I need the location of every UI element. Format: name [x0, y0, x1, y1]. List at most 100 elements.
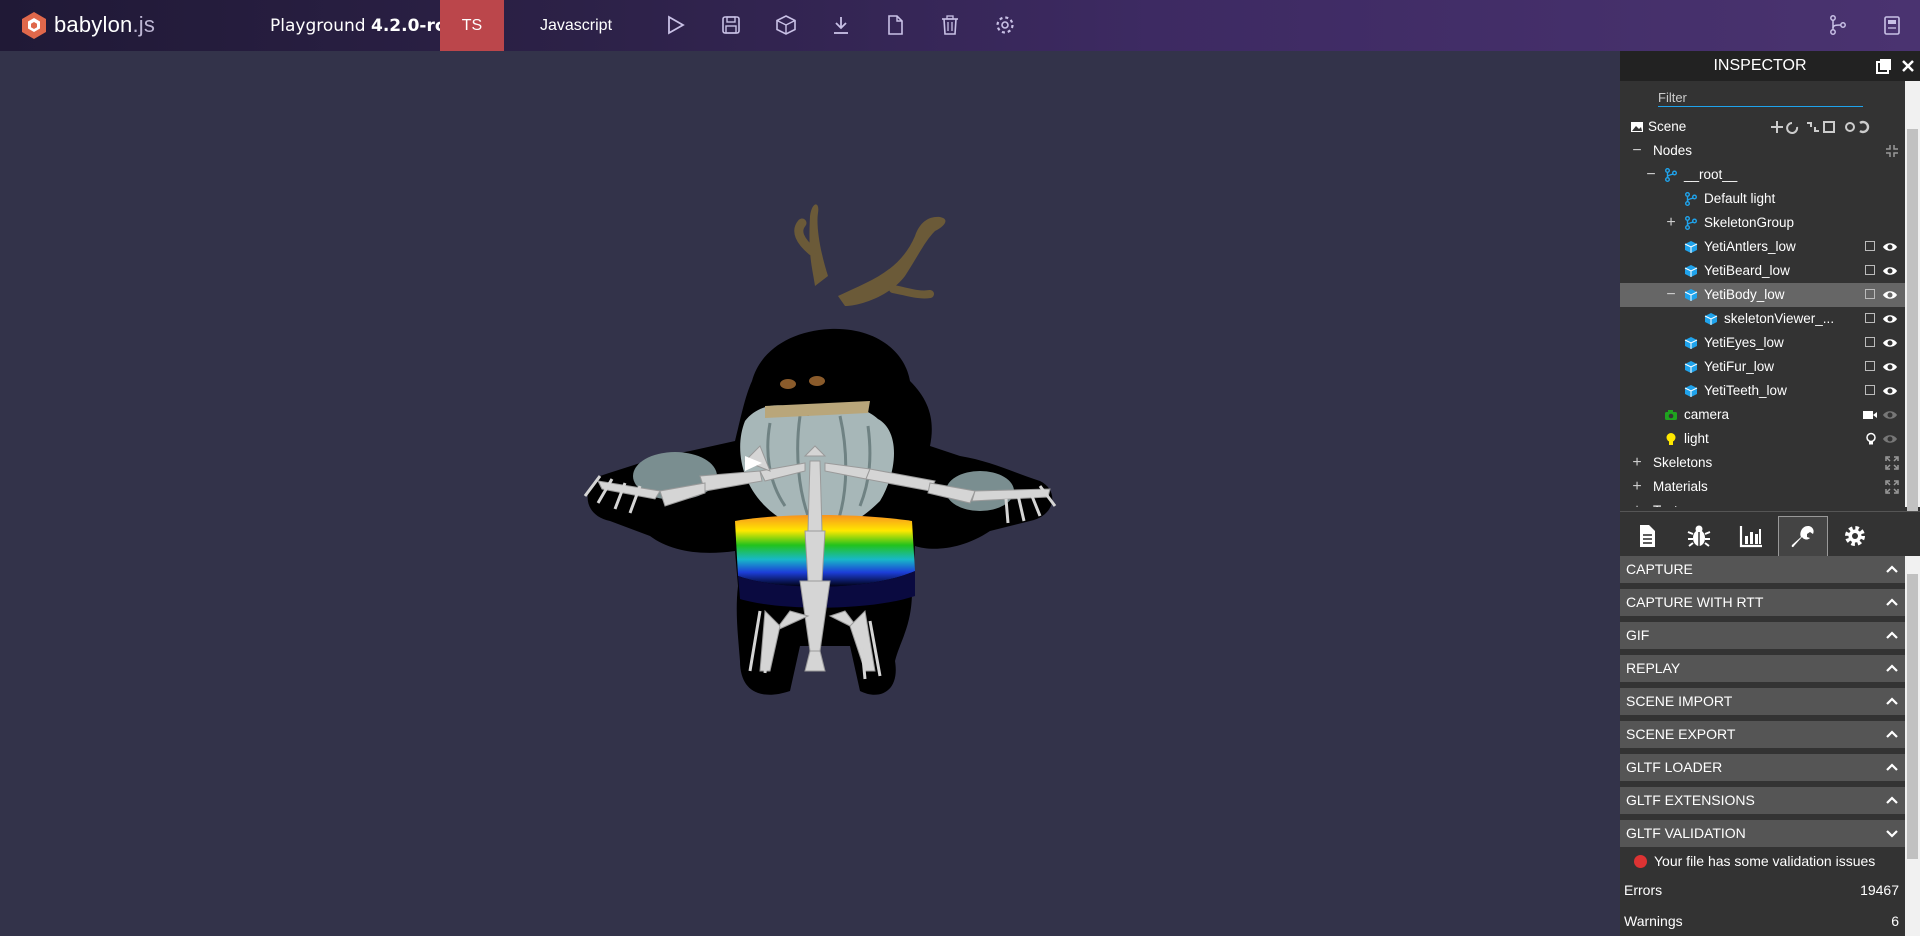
inspector-title: INSPECTOR	[1713, 57, 1807, 74]
new-icon[interactable]	[882, 12, 908, 38]
bounding-box-checkbox[interactable]	[1865, 385, 1875, 395]
download-icon[interactable]	[828, 12, 854, 38]
expand-icon[interactable]	[1885, 456, 1899, 470]
bounding-box-checkbox[interactable]	[1865, 265, 1875, 275]
tree-row-skeletons[interactable]: + Skeletons	[1620, 451, 1905, 475]
bounding-box-checkbox[interactable]	[1865, 313, 1875, 323]
tools-scrollbar-thumb[interactable]	[1907, 574, 1918, 859]
tree-label-mesh: YetiAntlers_low	[1704, 239, 1796, 254]
tree-row-mesh[interactable]: YetiFur_low	[1620, 355, 1905, 379]
collapse-toggle[interactable]: −	[1630, 139, 1644, 163]
tab-statistics[interactable]	[1726, 516, 1776, 556]
pane-replay-title: REPLAY	[1626, 660, 1681, 676]
filter-input[interactable]	[1658, 88, 1863, 107]
eye-icon[interactable]	[1882, 408, 1898, 422]
mesh-cube-icon	[1684, 385, 1698, 397]
eye-icon[interactable]	[1882, 384, 1898, 398]
chevron-up-icon[interactable]	[1885, 794, 1899, 806]
eye-icon[interactable]	[1882, 336, 1898, 350]
chevron-up-icon[interactable]	[1885, 629, 1899, 641]
logo-text: babylon.js	[54, 12, 155, 38]
save-icon[interactable]	[718, 12, 744, 38]
tree-row-nodes[interactable]: − Nodes	[1620, 139, 1905, 163]
pane-gltf-extensions[interactable]: GLTF EXTENSIONS	[1620, 787, 1905, 820]
chevron-up-icon[interactable]	[1885, 662, 1899, 674]
eye-icon[interactable]	[1882, 432, 1898, 446]
tree-scrollbar[interactable]	[1905, 81, 1920, 519]
chevron-up-icon[interactable]	[1885, 728, 1899, 740]
tree-row-skeleton-group[interactable]: + SkeletonGroup	[1620, 211, 1905, 235]
tree-row-camera[interactable]: camera	[1620, 403, 1905, 427]
tree-row-default-light[interactable]: Default light	[1620, 187, 1905, 211]
run-icon[interactable]	[662, 12, 688, 38]
expand-toggle[interactable]: +	[1630, 475, 1644, 499]
bounding-box-checkbox[interactable]	[1865, 289, 1875, 299]
tab-javascript[interactable]: Javascript	[504, 0, 648, 51]
babylon-logo[interactable]: babylon.js	[20, 9, 155, 41]
popout-icon[interactable]	[1876, 58, 1892, 74]
top-bar: babylon.js Playground 4.2.0-rc.5 TS Java…	[0, 0, 1920, 51]
errors-row: Errors 19467	[1620, 875, 1905, 906]
scene-label: Scene	[1648, 119, 1687, 134]
expand-toggle[interactable]: +	[1630, 499, 1644, 507]
chevron-down-icon[interactable]	[1885, 827, 1899, 839]
pane-gltf-validation[interactable]: GLTF VALIDATION	[1620, 820, 1905, 847]
tab-settings[interactable]	[1830, 516, 1880, 556]
inspector-icon[interactable]	[773, 12, 799, 38]
tab-properties[interactable]	[1622, 516, 1672, 556]
tree-scrollbar-thumb[interactable]	[1907, 129, 1918, 519]
tree-row-mesh[interactable]: YetiBeard_low	[1620, 259, 1905, 283]
clear-icon[interactable]	[937, 12, 963, 38]
inspector-panel: INSPECTOR Scene − Nodes −	[1620, 51, 1920, 936]
compress-icon[interactable]	[1885, 144, 1899, 158]
expand-icon[interactable]	[1885, 480, 1899, 494]
pane-scene-import[interactable]: SCENE IMPORT	[1620, 688, 1905, 721]
eye-icon[interactable]	[1882, 360, 1898, 374]
chevron-up-icon[interactable]	[1885, 761, 1899, 773]
settings-icon[interactable]	[992, 12, 1018, 38]
render-canvas[interactable]	[0, 51, 1620, 936]
collapse-toggle[interactable]: −	[1644, 163, 1658, 187]
tree-row-root[interactable]: − __root__	[1620, 163, 1905, 187]
tab-debug[interactable]	[1674, 516, 1724, 556]
eye-icon[interactable]	[1882, 312, 1898, 326]
tree-row-mesh[interactable]: YetiAntlers_low	[1620, 235, 1905, 259]
eye-icon[interactable]	[1882, 240, 1898, 254]
tree-row-mesh[interactable]: YetiEyes_low	[1620, 331, 1905, 355]
expand-toggle[interactable]: +	[1630, 451, 1644, 475]
pane-replay[interactable]: REPLAY	[1620, 655, 1905, 688]
eye-icon[interactable]	[1882, 288, 1898, 302]
bounding-box-checkbox[interactable]	[1865, 361, 1875, 371]
tree-row-textures[interactable]: + Textures	[1620, 499, 1905, 507]
examples-icon[interactable]	[1879, 12, 1905, 38]
tree-row-mesh[interactable]: YetiTeeth_low	[1620, 379, 1905, 403]
eye-icon[interactable]	[1882, 264, 1898, 278]
pane-gltf-loader[interactable]: GLTF LOADER	[1620, 754, 1905, 787]
chevron-up-icon[interactable]	[1885, 563, 1899, 575]
tree-row-mesh-selected[interactable]: − YetiBody_low	[1620, 283, 1905, 307]
tree-row-mesh[interactable]: skeletonViewer_...	[1620, 307, 1905, 331]
tab-typescript[interactable]: TS	[440, 0, 504, 51]
version-branch-icon[interactable]	[1825, 12, 1851, 38]
chevron-up-icon[interactable]	[1885, 596, 1899, 608]
lightbulb-toggle-icon[interactable]	[1864, 432, 1878, 446]
pane-gif[interactable]: GIF	[1620, 622, 1905, 655]
bounding-box-checkbox[interactable]	[1865, 337, 1875, 347]
video-camera-icon[interactable]	[1862, 408, 1878, 422]
playground-title: Playground 4.2.0-rc.5	[270, 16, 463, 36]
chevron-up-icon[interactable]	[1885, 695, 1899, 707]
pane-capture-rtt[interactable]: CAPTURE WITH RTT	[1620, 589, 1905, 622]
tab-tools[interactable]	[1778, 516, 1828, 556]
tree-row-light[interactable]: light	[1620, 427, 1905, 451]
pane-capture[interactable]: CAPTURE	[1620, 556, 1905, 589]
pane-gltf-extensions-title: GLTF EXTENSIONS	[1626, 792, 1755, 808]
gizmo-tools-icon[interactable]	[1770, 120, 1870, 134]
tree-row-scene[interactable]: Scene	[1620, 115, 1905, 139]
close-icon[interactable]	[1900, 58, 1916, 74]
collapse-toggle[interactable]: −	[1664, 283, 1678, 307]
pane-scene-export[interactable]: SCENE EXPORT	[1620, 721, 1905, 754]
bounding-box-checkbox[interactable]	[1865, 241, 1875, 251]
expand-toggle[interactable]: +	[1664, 211, 1678, 235]
tree-row-materials[interactable]: + Materials	[1620, 475, 1905, 499]
tools-scrollbar[interactable]	[1905, 556, 1920, 936]
